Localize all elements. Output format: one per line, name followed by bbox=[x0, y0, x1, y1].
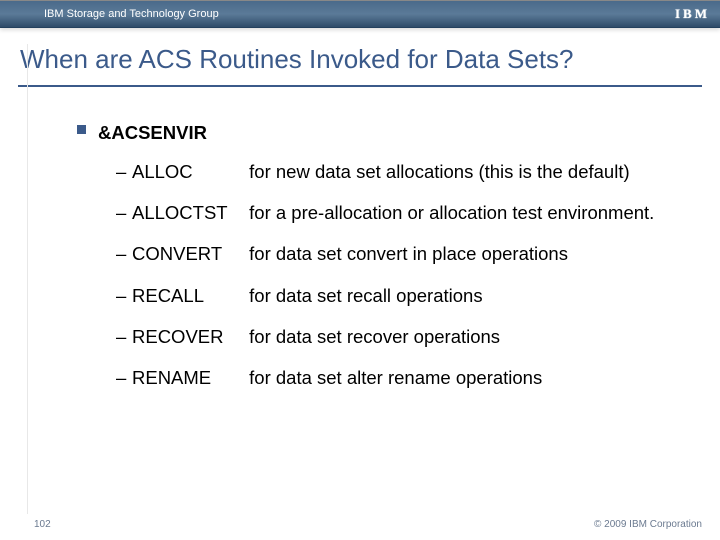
keyword: RECALL bbox=[132, 284, 244, 307]
header-bar: IBM Storage and Technology Group IBM bbox=[0, 0, 720, 28]
list-item: RECALL for data set recall operations bbox=[116, 284, 660, 307]
list-item: ALLOCTST for a pre-allocation or allocat… bbox=[116, 201, 660, 224]
keyword: CONVERT bbox=[132, 242, 244, 265]
description: for data set recall operations bbox=[249, 285, 482, 306]
description: for data set convert in place operations bbox=[249, 243, 568, 264]
copyright: © 2009 IBM Corporation bbox=[594, 519, 702, 530]
list-item: ALLOC for new data set allocations (this… bbox=[116, 160, 660, 183]
description: for data set alter rename operations bbox=[249, 367, 542, 388]
keyword: RENAME bbox=[132, 366, 244, 389]
title-area: When are ACS Routines Invoked for Data S… bbox=[0, 28, 720, 79]
keyword: ALLOC bbox=[132, 160, 244, 183]
square-bullet-icon bbox=[77, 125, 86, 134]
section-heading: &ACSENVIR ALLOC for new data set allocat… bbox=[98, 121, 660, 389]
description: for data set recover operations bbox=[249, 326, 500, 347]
ibm-logo: IBM bbox=[675, 6, 710, 22]
keyword: RECOVER bbox=[132, 325, 244, 348]
page-number: 102 bbox=[34, 519, 51, 530]
description: for new data set allocations (this is th… bbox=[249, 161, 629, 182]
list-item: RENAME for data set alter rename operati… bbox=[116, 366, 660, 389]
slide: IBM Storage and Technology Group IBM Whe… bbox=[0, 0, 720, 540]
body: &ACSENVIR ALLOC for new data set allocat… bbox=[0, 87, 720, 540]
list-item: CONVERT for data set convert in place op… bbox=[116, 242, 660, 265]
keyword: ALLOCTST bbox=[132, 201, 244, 224]
header-group-text: IBM Storage and Technology Group bbox=[44, 8, 219, 20]
left-margin-rule bbox=[0, 44, 28, 514]
dash-list: ALLOC for new data set allocations (this… bbox=[116, 160, 660, 389]
section-heading-text: &ACSENVIR bbox=[98, 122, 207, 143]
description: for a pre-allocation or allocation test … bbox=[249, 202, 654, 223]
list-item: RECOVER for data set recover operations bbox=[116, 325, 660, 348]
page-title: When are ACS Routines Invoked for Data S… bbox=[20, 44, 700, 75]
footer: 102 © 2009 IBM Corporation bbox=[0, 519, 720, 530]
